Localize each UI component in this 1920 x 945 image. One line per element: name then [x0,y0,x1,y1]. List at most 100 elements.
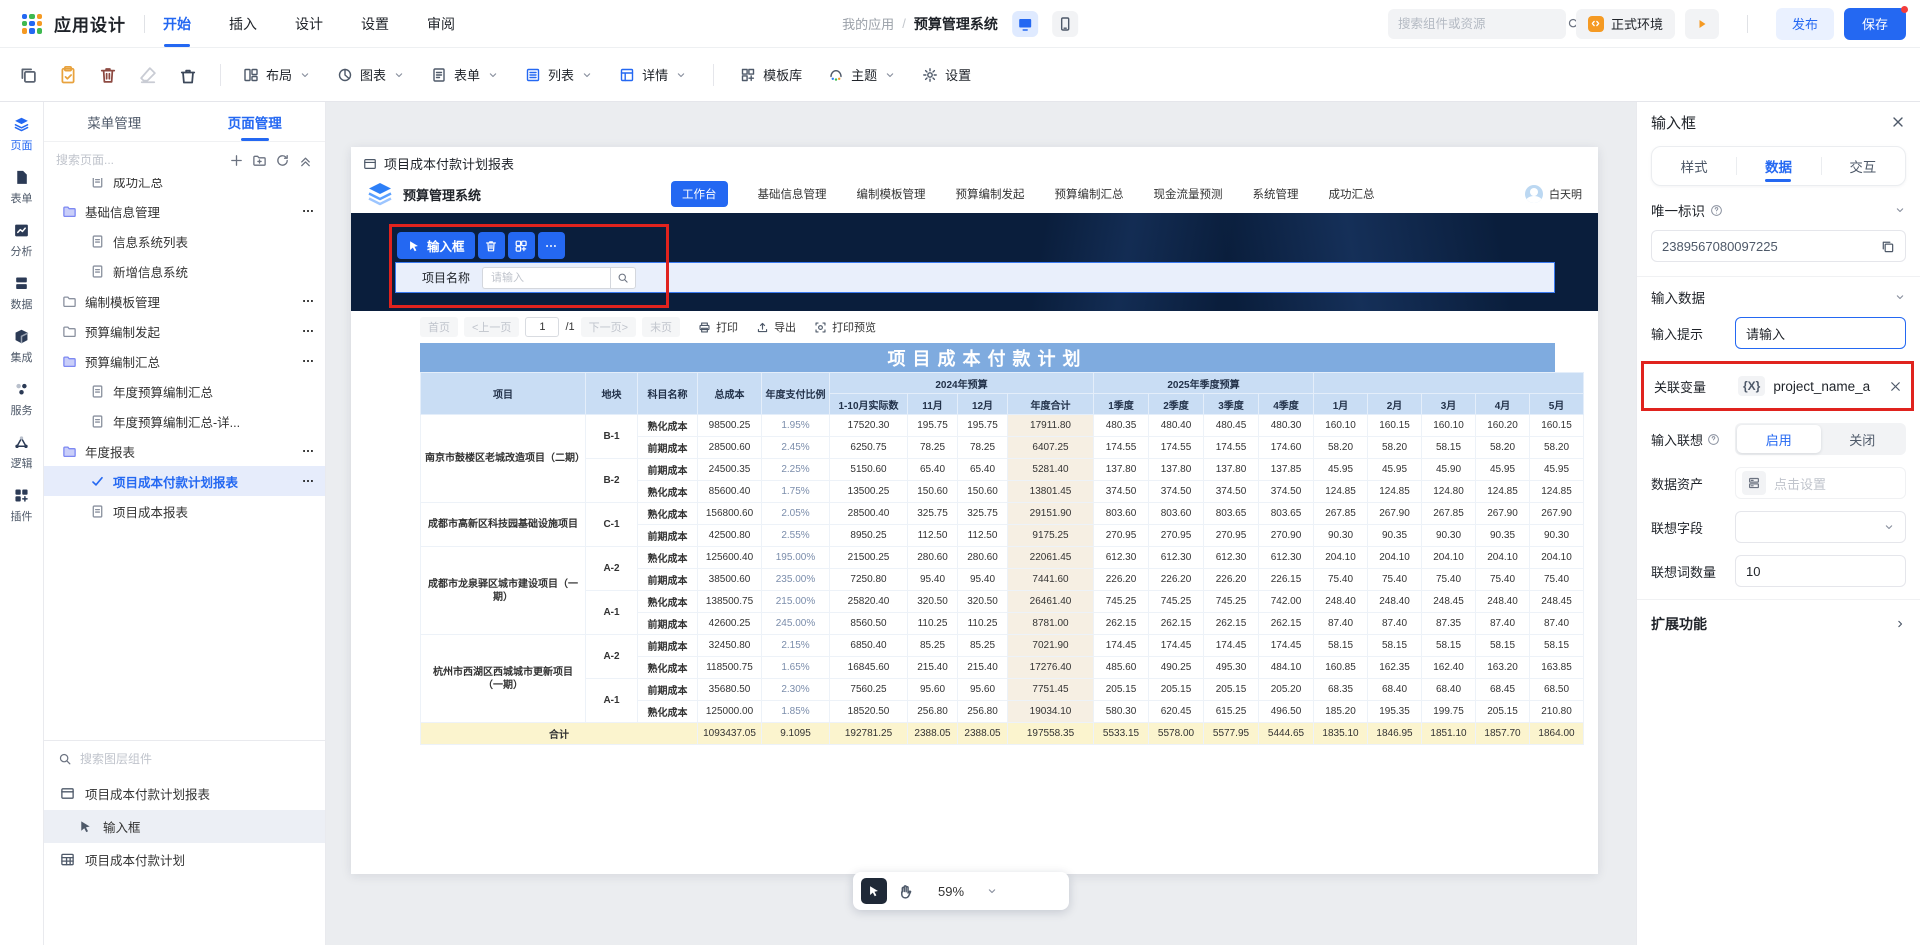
toolbar-group[interactable]: 模板库 [740,65,802,84]
unique-id-input[interactable] [1662,239,1872,254]
more-actions-button[interactable] [538,232,565,259]
toolbar-group[interactable]: 主题 [828,65,896,84]
pager-prev-button[interactable]: <上一页 [464,317,519,337]
trash-button[interactable] [98,65,118,85]
environment-button[interactable]: 正式环境 [1576,9,1675,39]
topbar-menu-0[interactable]: 开始 [163,0,191,47]
eraser-button[interactable] [138,65,158,85]
zoom-level-select[interactable]: 59% [938,884,998,899]
copy-button[interactable] [18,65,38,85]
tree-item[interactable]: 成功汇总 [44,178,325,196]
search-form-component[interactable]: 项目名称 [395,262,1555,293]
form-search-button[interactable] [610,267,636,289]
rail-item[interactable]: 逻辑 [11,434,33,471]
pager-next-button[interactable]: 下一页> [581,317,636,337]
topbar-menu-3[interactable]: 设置 [361,0,389,47]
mobile-view-button[interactable] [1052,11,1078,37]
hint-input[interactable] [1735,317,1906,349]
help-icon[interactable] [1710,204,1723,217]
tree-item[interactable]: 年度预算编制汇总-详... [44,406,325,436]
layer-item[interactable]: 项目成本付款计划 [44,843,325,876]
variable-binding[interactable]: {X} project_name_a [1738,370,1903,402]
close-icon[interactable] [1890,114,1906,130]
desktop-view-button[interactable] [1012,11,1038,37]
preview-nav-item[interactable]: 基础信息管理 [758,186,827,202]
tree-item[interactable]: 编制模板管理 [44,286,325,316]
rail-item[interactable]: 数据 [11,275,33,312]
component-search[interactable] [1388,9,1566,39]
rail-item[interactable]: 表单 [11,169,33,206]
artboard[interactable]: 项目成本付款计划报表 预算管理系统 工作台基础信息管理编制模板管理预算编制发起预… [351,147,1598,874]
more-dots-icon[interactable] [301,474,315,488]
preview-nav-item[interactable]: 成功汇总 [1329,186,1375,202]
tree-item[interactable]: 基础信息管理 [44,196,325,226]
inspector-tab-2[interactable]: 交互 [1821,147,1905,185]
preview-user[interactable]: 白天明 [1525,185,1582,203]
pan-tool-button[interactable] [897,883,914,900]
remove-variable-icon[interactable] [1888,379,1903,394]
help-icon[interactable] [1707,433,1720,446]
more-dots-icon[interactable] [301,294,315,308]
tree-item[interactable]: 信息系统列表 [44,226,325,256]
topbar-menu-4[interactable]: 审阅 [427,0,455,47]
tree-item[interactable]: 预算编制发起 [44,316,325,346]
layer-item[interactable]: 输入框 [44,810,325,843]
suggest-count-input[interactable] [1735,555,1906,587]
layers-search-input[interactable] [80,752,311,766]
component-search-input[interactable] [1398,17,1559,31]
tree-item[interactable]: 年度预算编制汇总 [44,376,325,406]
refresh-icon[interactable] [275,153,290,168]
pager-first-button[interactable]: 首页 [420,317,458,337]
toolbar-group[interactable]: 布局 [243,65,311,84]
rail-item[interactable]: 分析 [11,222,33,259]
topbar-menu-2[interactable]: 设计 [295,0,323,47]
toolbar-group[interactable]: 列表 [525,65,593,84]
breadcrumb-parent[interactable]: 我的应用 [842,14,894,33]
print-preview-button[interactable]: 打印预览 [814,319,876,335]
tree-item[interactable]: 项目成本报表 [44,496,325,526]
extension-section-header[interactable]: 扩展功能 [1651,614,1906,634]
preview-nav-item[interactable]: 预算编制汇总 [1055,186,1124,202]
chevron-down-icon[interactable] [1894,204,1906,216]
print-button[interactable]: 打印 [698,319,738,335]
add-folder-icon[interactable] [252,153,267,168]
unique-id-section-header[interactable]: 唯一标识 [1651,200,1906,220]
toolbar-group[interactable]: 表单 [431,65,499,84]
preview-nav-item[interactable]: 预算编制发起 [956,186,1025,202]
topbar-menu-1[interactable]: 插入 [229,0,257,47]
assoc-disable-option[interactable]: 关闭 [1821,425,1905,453]
paste-button[interactable] [58,65,78,85]
rail-item[interactable]: 页面 [11,116,33,153]
inspector-tab-1[interactable]: 数据 [1736,147,1820,185]
add-page-icon[interactable] [229,153,244,168]
sidebar-tab-1[interactable]: 页面管理 [185,102,326,141]
rail-item[interactable]: 集成 [11,328,33,365]
save-button[interactable]: 保存 [1844,8,1906,40]
export-button[interactable]: 导出 [756,319,796,335]
delete-component-button[interactable] [478,232,505,259]
selected-component-chip[interactable]: 输入框 [397,232,475,259]
toolbar-group[interactable]: 详情 [619,65,687,84]
assoc-enable-option[interactable]: 启用 [1737,425,1821,453]
tree-item[interactable]: 年度报表 [44,436,325,466]
sidebar-tab-0[interactable]: 菜单管理 [44,102,185,141]
preview-nav-item[interactable]: 系统管理 [1253,186,1299,202]
duplicate-component-button[interactable] [508,232,535,259]
inspector-tab-0[interactable]: 样式 [1652,147,1736,185]
toolbar-group[interactable]: 设置 [922,65,971,84]
preview-nav-item[interactable]: 工作台 [671,181,728,207]
run-preview-button[interactable] [1685,9,1719,39]
pager-last-button[interactable]: 末页 [642,317,680,337]
suggest-field-select[interactable] [1735,511,1906,543]
tree-item[interactable]: 新增信息系统 [44,256,325,286]
project-name-input[interactable] [482,267,610,289]
publish-button[interactable]: 发布 [1776,8,1834,40]
more-dots-icon[interactable] [301,204,315,218]
tree-item[interactable]: 项目成本付款计划报表 [44,466,325,496]
more-dots-icon[interactable] [301,324,315,338]
collapse-all-icon[interactable] [298,153,313,168]
preview-nav-item[interactable]: 现金流量预测 [1154,186,1223,202]
layer-item[interactable]: 项目成本付款计划报表 [44,777,325,810]
more-dots-icon[interactable] [301,444,315,458]
bin-button[interactable] [178,65,198,85]
